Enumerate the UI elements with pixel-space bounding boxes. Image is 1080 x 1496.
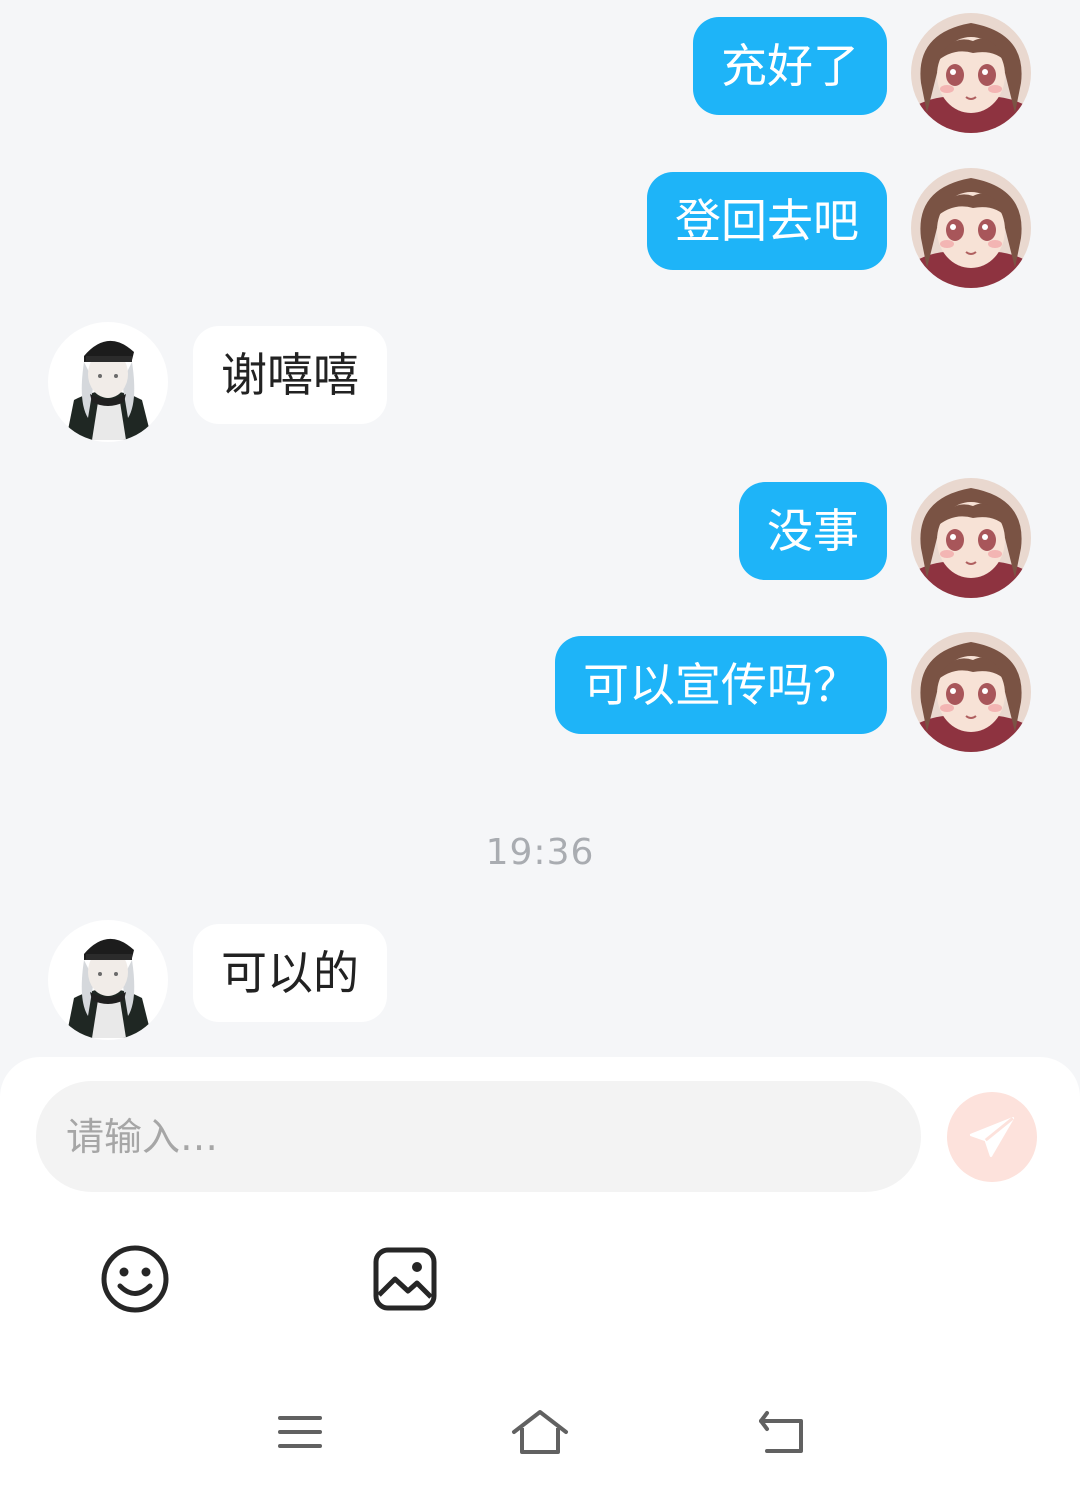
message-bubble[interactable]: 充好了 xyxy=(693,17,887,115)
send-button[interactable] xyxy=(947,1092,1037,1182)
user-avatar-icon xyxy=(911,632,1031,752)
back-icon xyxy=(759,1411,803,1453)
avatar[interactable] xyxy=(48,322,168,442)
system-nav-bar xyxy=(0,1400,1080,1470)
contact-avatar-icon xyxy=(48,920,168,1040)
message-bubble[interactable]: 没事 xyxy=(739,482,887,580)
avatar[interactable] xyxy=(911,478,1031,598)
user-avatar-icon xyxy=(911,478,1031,598)
avatar[interactable] xyxy=(911,13,1031,133)
message-bubble[interactable]: 谢嘻嘻 xyxy=(193,326,387,424)
image-button[interactable] xyxy=(367,1241,443,1317)
home-icon xyxy=(512,1410,568,1454)
message-bubble[interactable]: 登回去吧 xyxy=(647,172,887,270)
user-avatar-icon xyxy=(911,13,1031,133)
back-button[interactable] xyxy=(745,1400,815,1464)
avatar[interactable] xyxy=(911,632,1031,752)
message-input[interactable] xyxy=(36,1081,921,1192)
user-avatar-icon xyxy=(911,168,1031,288)
smiley-icon xyxy=(101,1245,169,1313)
avatar[interactable] xyxy=(911,168,1031,288)
paper-plane-icon xyxy=(969,1117,1015,1157)
avatar[interactable] xyxy=(48,920,168,1040)
timestamp: 19:36 xyxy=(485,832,595,873)
message-bubble[interactable]: 可以宣传吗？ xyxy=(555,636,887,734)
image-icon xyxy=(373,1247,437,1311)
emoji-button[interactable] xyxy=(97,1241,173,1317)
menu-icon xyxy=(278,1416,322,1448)
contact-avatar-icon xyxy=(48,322,168,442)
home-button[interactable] xyxy=(505,1400,575,1464)
menu-button[interactable] xyxy=(265,1400,335,1464)
message-bubble[interactable]: 可以的 xyxy=(193,924,387,1022)
